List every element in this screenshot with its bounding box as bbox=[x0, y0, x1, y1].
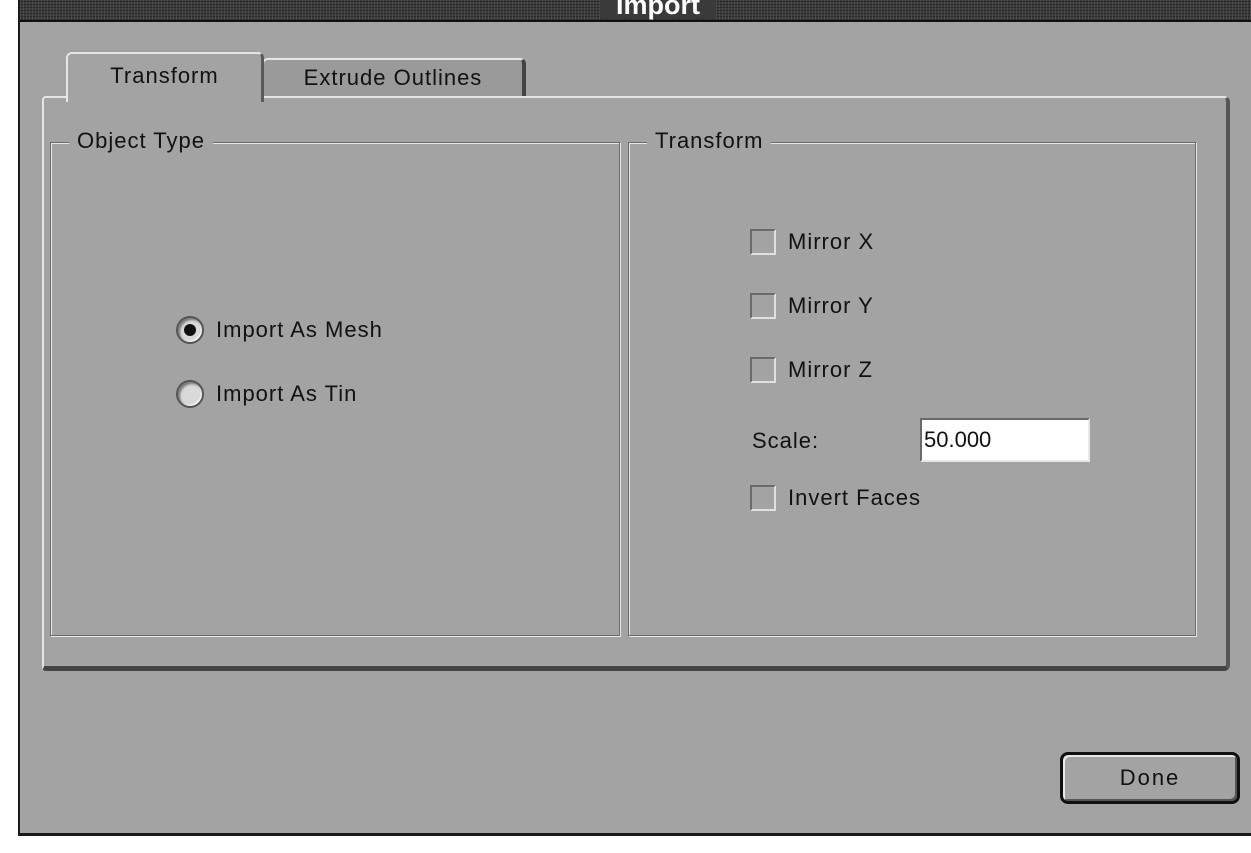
transform-group: Transform bbox=[628, 127, 1196, 636]
mirror-x-option[interactable]: Mirror X bbox=[750, 229, 874, 255]
scale-label: Scale: bbox=[752, 428, 820, 453]
import-as-tin-radio[interactable] bbox=[176, 380, 204, 408]
import-as-tin-option[interactable]: Import As Tin bbox=[176, 380, 357, 408]
tab-transform[interactable]: Transform bbox=[66, 52, 264, 102]
scale-input[interactable] bbox=[920, 418, 1090, 462]
window-title: Import bbox=[600, 0, 716, 19]
mirror-z-label: Mirror Z bbox=[788, 357, 873, 382]
transform-legend: Transform bbox=[647, 127, 772, 155]
mirror-y-checkbox[interactable] bbox=[750, 293, 776, 319]
done-button[interactable]: Done bbox=[1060, 752, 1240, 804]
import-as-tin-label: Import As Tin bbox=[216, 381, 358, 406]
title-bar[interactable]: Import bbox=[20, 0, 1251, 22]
mirror-x-label: Mirror X bbox=[788, 229, 875, 254]
import-as-mesh-radio[interactable] bbox=[176, 316, 204, 344]
mirror-x-checkbox[interactable] bbox=[750, 229, 776, 255]
mirror-y-label: Mirror Y bbox=[788, 293, 874, 318]
invert-faces-label: Invert Faces bbox=[788, 485, 922, 510]
mirror-z-option[interactable]: Mirror Z bbox=[750, 357, 873, 383]
tab-extrude-outlines[interactable]: Extrude Outlines bbox=[262, 58, 526, 96]
invert-faces-checkbox[interactable] bbox=[750, 485, 776, 511]
invert-faces-option[interactable]: Invert Faces bbox=[750, 485, 921, 511]
import-as-mesh-label: Import As Mesh bbox=[216, 317, 383, 342]
import-as-mesh-option[interactable]: Import As Mesh bbox=[176, 316, 383, 344]
mirror-y-option[interactable]: Mirror Y bbox=[750, 293, 874, 319]
mirror-z-checkbox[interactable] bbox=[750, 357, 776, 383]
object-type-legend: Object Type bbox=[69, 127, 213, 155]
